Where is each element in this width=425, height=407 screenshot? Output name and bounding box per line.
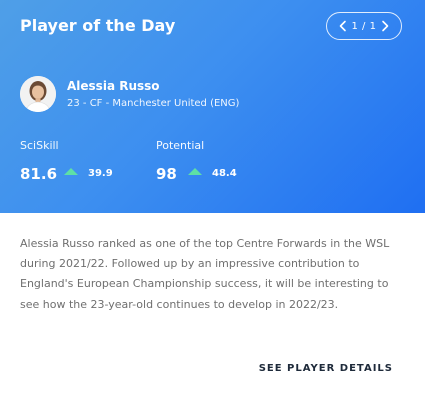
sciskill-delta: 39.9	[88, 168, 113, 179]
pager: 1 / 1	[326, 12, 402, 40]
player-avatar[interactable]	[20, 76, 56, 112]
up-arrow-icon	[188, 168, 202, 175]
player-meta: 23 - CF - Manchester United (ENG)	[67, 98, 240, 109]
player-description: Alessia Russo ranked as one of the top C…	[20, 237, 390, 311]
player-of-the-day-card: Player of the Day 1 / 1 Alessia Russo 23…	[0, 0, 425, 407]
potential-delta: 48.4	[212, 168, 237, 179]
see-player-details-link[interactable]: SEE PLAYER DETAILS	[259, 362, 393, 376]
sciskill-label: SciSkill	[20, 139, 59, 152]
player-name[interactable]: Alessia Russo	[67, 78, 160, 94]
potential-value: 98	[156, 165, 177, 183]
chevron-right-icon[interactable]	[378, 19, 392, 33]
chevron-left-icon[interactable]	[336, 19, 350, 33]
potential-label: Potential	[156, 139, 205, 152]
up-arrow-icon	[64, 168, 78, 175]
card-header: Player of the Day 1 / 1 Alessia Russo 23…	[0, 0, 425, 213]
player-photo-icon	[20, 76, 56, 112]
sciskill-value: 81.6	[20, 165, 58, 183]
pager-count: 1 / 1	[351, 20, 377, 32]
card-title: Player of the Day	[20, 16, 176, 35]
